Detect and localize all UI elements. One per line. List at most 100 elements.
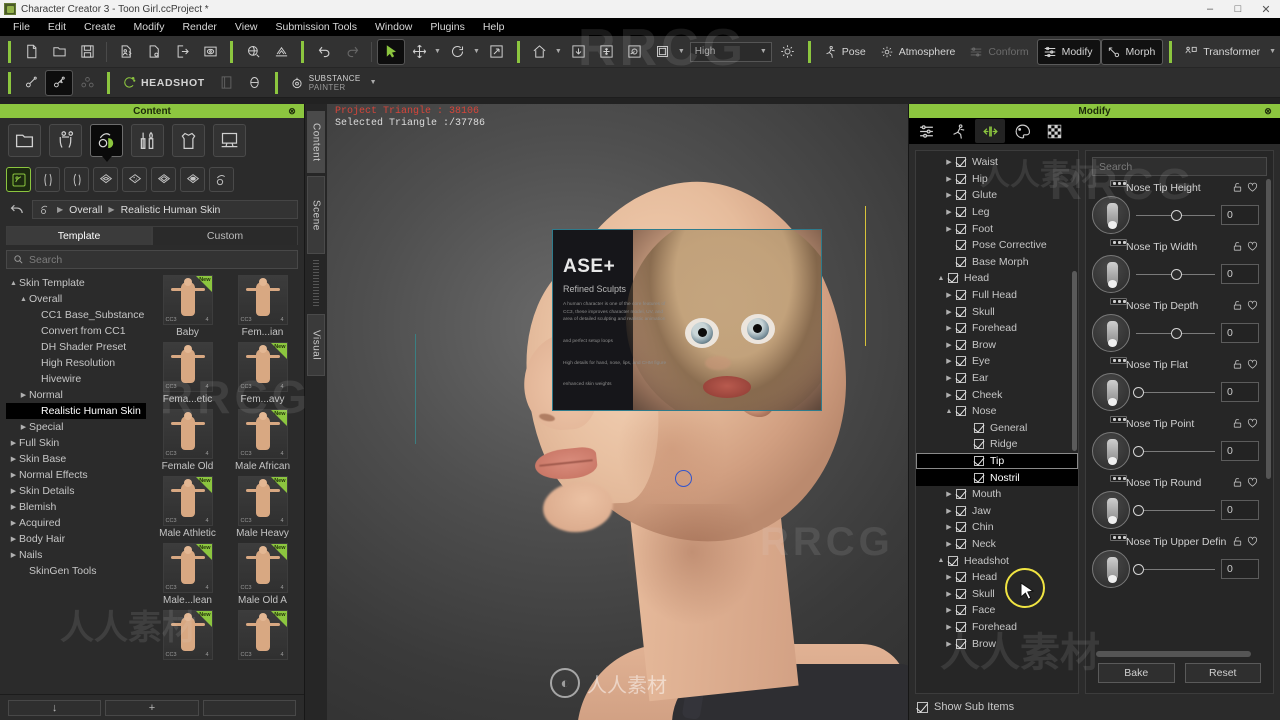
morph-tree-item[interactable]: ▶ Full Head xyxy=(916,287,1078,304)
menu-item-render[interactable]: Render xyxy=(173,18,225,36)
extra-button[interactable] xyxy=(202,699,296,716)
terrain-icon[interactable] xyxy=(268,40,294,64)
chevron-down-icon[interactable]: ▲ xyxy=(934,557,948,564)
box-view-icon[interactable] xyxy=(650,40,676,64)
skingen-icon[interactable] xyxy=(242,71,268,95)
vertical-tab-content[interactable]: Content xyxy=(307,111,325,173)
morph-item-checkbox[interactable] xyxy=(956,389,966,400)
atmosphere-button[interactable]: Atmosphere xyxy=(875,40,963,64)
chevron-right-icon[interactable]: ▶ xyxy=(942,590,956,598)
heart-icon[interactable] xyxy=(1246,240,1259,253)
morph-item-checkbox[interactable] xyxy=(956,339,966,350)
chevron-right-icon[interactable]: ▶ xyxy=(8,487,19,495)
thumbnail-cell[interactable]: New CC3 4 Male...lean xyxy=(152,543,223,606)
render-quality-dropdown[interactable]: High ▼ xyxy=(689,41,772,62)
import-prop-icon[interactable] xyxy=(141,40,167,64)
layer-d-icon[interactable] xyxy=(180,167,205,192)
morph-tree-item[interactable]: ▶ Eye xyxy=(916,353,1078,370)
morph-item-checkbox[interactable] xyxy=(956,157,966,168)
thumbnail-image[interactable]: CC3 4 xyxy=(162,342,213,392)
lock-icon[interactable] xyxy=(1231,181,1244,194)
heart-icon[interactable] xyxy=(1246,476,1259,489)
skin-tree-item[interactable]: Hivewire xyxy=(6,371,146,387)
redo-icon[interactable] xyxy=(339,40,365,64)
morph-item-checkbox[interactable] xyxy=(956,489,966,500)
lock-icon[interactable] xyxy=(1231,240,1244,253)
chevron-right-icon[interactable]: ▶ xyxy=(942,225,956,233)
bake-button[interactable]: Bake xyxy=(1098,663,1175,683)
menu-item-plugins[interactable]: Plugins xyxy=(421,18,473,36)
morph-tree-item[interactable]: ▶ Skull xyxy=(916,303,1078,320)
chevron-right-icon[interactable]: ▶ xyxy=(942,191,956,199)
new-file-icon[interactable] xyxy=(18,40,44,64)
chevron-right-icon[interactable]: ▶ xyxy=(8,535,19,543)
morph-tree-item[interactable]: Base Morph xyxy=(916,254,1078,271)
chevron-right-icon[interactable]: ▶ xyxy=(942,341,956,349)
headshot-button[interactable]: HEADSHOT xyxy=(117,71,212,95)
box-view-chevron-down-icon[interactable]: ▼ xyxy=(678,48,685,55)
thumbnail-image[interactable]: New CC3 4 xyxy=(237,409,288,459)
skin-tree-item[interactable]: CC1 Base_Substance xyxy=(6,307,146,323)
tab-template[interactable]: Template xyxy=(6,226,152,245)
thumbnail-image[interactable]: New CC3 4 xyxy=(162,610,213,660)
vertical-tab-scene[interactable]: Scene xyxy=(307,176,325,254)
body-icon[interactable] xyxy=(49,124,82,157)
thumbnail-image[interactable]: New CC3 4 xyxy=(162,543,213,593)
layer-b-icon[interactable] xyxy=(122,167,147,192)
maximize-button[interactable]: □ xyxy=(1224,0,1252,18)
skin-tree-item[interactable]: ▶ Full Skin xyxy=(6,435,146,451)
hair-b-icon[interactable] xyxy=(64,167,89,192)
chevron-right-icon[interactable]: ▶ xyxy=(942,573,956,581)
heart-icon[interactable] xyxy=(1246,181,1259,194)
slider-track[interactable] xyxy=(1132,562,1215,576)
skin-tree-item[interactable]: Convert from CC1 xyxy=(6,323,146,339)
select-arrow-icon[interactable] xyxy=(377,38,405,65)
tab-morph-slider-icon[interactable] xyxy=(975,119,1005,143)
morph-tree-item[interactable]: ▶ Hip xyxy=(916,171,1078,188)
rotate-tool-chevron-down-icon[interactable]: ▼ xyxy=(473,48,480,55)
home-view-icon[interactable] xyxy=(527,40,553,64)
chevron-down-icon[interactable]: ▲ xyxy=(942,408,956,415)
morph-tree-item[interactable]: ▶ Cheek xyxy=(916,386,1078,403)
morph-tree-item[interactable]: ▶ Brow xyxy=(916,337,1078,354)
tab-checker-icon[interactable] xyxy=(1039,119,1069,143)
morph-item-checkbox[interactable] xyxy=(956,638,966,649)
thumbnail-image[interactable]: New CC3 4 xyxy=(237,476,288,526)
breadcrumb-level-1[interactable]: Overall xyxy=(69,204,102,216)
menu-item-edit[interactable]: Edit xyxy=(39,18,75,36)
layer-a-icon[interactable] xyxy=(93,167,118,192)
slider-handle[interactable] xyxy=(1132,563,1144,575)
menu-item-help[interactable]: Help xyxy=(474,18,514,36)
thumbnail-cell[interactable]: New CC3 4 xyxy=(152,610,223,662)
morph-item-checkbox[interactable] xyxy=(974,455,984,466)
show-sub-items-checkbox[interactable] xyxy=(917,701,928,713)
skin-template-icon[interactable] xyxy=(6,167,31,192)
morph-item-checkbox[interactable] xyxy=(974,439,984,450)
save-icon[interactable] xyxy=(74,40,100,64)
skin-tree-item[interactable]: ▶ Normal Effects xyxy=(6,467,146,483)
chevron-right-icon[interactable]: ▶ xyxy=(942,158,956,166)
chevron-right-icon[interactable]: ▶ xyxy=(942,640,956,648)
slider-handle[interactable] xyxy=(1170,209,1182,221)
folder-icon[interactable] xyxy=(8,124,41,157)
back-arrow-icon[interactable] xyxy=(6,201,26,219)
content-panel-close-icon[interactable]: ⊗ xyxy=(285,104,299,118)
morph-item-checkbox[interactable] xyxy=(956,522,966,533)
morph-item-checkbox[interactable] xyxy=(974,422,984,433)
morph-item-checkbox[interactable] xyxy=(956,373,966,384)
morph-tree-item[interactable]: ▶ Head xyxy=(916,569,1078,586)
chevron-right-icon[interactable]: ▶ xyxy=(942,391,956,399)
slider-track[interactable] xyxy=(1132,503,1215,517)
morph-item-checkbox[interactable] xyxy=(956,190,966,201)
chevron-right-icon[interactable]: ▶ xyxy=(942,308,956,316)
transformer-button[interactable]: Transformer xyxy=(1179,40,1267,64)
chevron-right-icon[interactable]: ▶ xyxy=(8,503,19,511)
morph-tree-item[interactable]: Nostril xyxy=(916,469,1078,486)
skin-tree-item[interactable]: ▶ Blemish xyxy=(6,499,146,515)
slider-value-field[interactable]: 0 xyxy=(1221,500,1259,520)
thumbnail-cell[interactable]: New CC3 4 Male Athletic xyxy=(152,476,223,539)
slider-handle[interactable] xyxy=(1132,445,1144,457)
breadcrumb[interactable]: ▶ Overall ▶ Realistic Human Skin xyxy=(32,200,298,219)
skin-tree-item[interactable]: ▶ Body Hair xyxy=(6,531,146,547)
morph-item-checkbox[interactable] xyxy=(956,323,966,334)
